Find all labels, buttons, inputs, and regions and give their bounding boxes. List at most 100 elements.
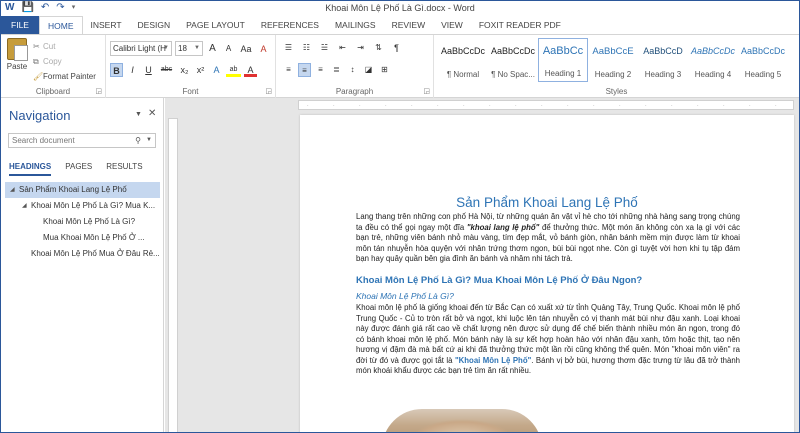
shading-icon[interactable]: ◪ xyxy=(362,63,375,77)
underline-button[interactable]: U xyxy=(142,63,155,77)
horizontal-ruler[interactable]: · · · · · · · · · · · · · · · · · · · xyxy=(298,100,794,110)
tab-foxit-reader-pdf[interactable]: FOXIT READER PDF xyxy=(471,16,569,34)
style-heading-5[interactable]: AaBbCcDc Heading 5 xyxy=(738,38,788,82)
intro-paragraph[interactable]: Lang thang trên những con phố Hà Nội, từ… xyxy=(356,212,740,265)
tree-item-label: Khoai Môn Lệ Phố Là Gì? xyxy=(43,217,136,226)
ruler-tick: · xyxy=(645,103,647,109)
style-sample: AaBbCcD xyxy=(643,46,683,56)
sort-icon[interactable]: ⇅ xyxy=(372,41,385,55)
clipboard-group: Paste ✂ Cut ⧉ Copy 🖌Format Painter Clipboa… xyxy=(1,35,106,98)
tree-item[interactable]: ◢ Khoai Môn Lệ Phố Là Gì? Mua K... xyxy=(5,198,160,214)
paragraph-launcher-icon[interactable]: ◲ xyxy=(423,87,430,95)
expand-triangle-icon[interactable]: ◢ xyxy=(10,182,15,198)
tree-item-label: Khoai Môn Lệ Phố Mua Ở Đâu Rẻ... xyxy=(31,249,160,258)
style-heading-3[interactable]: AaBbCcD Heading 3 xyxy=(638,38,688,82)
tab-page-layout[interactable]: PAGE LAYOUT xyxy=(178,16,253,34)
tab-pages[interactable]: PAGES xyxy=(65,162,92,176)
style-sample: AaBbCcDc xyxy=(490,46,535,56)
tab-file[interactable]: FILE xyxy=(1,16,39,34)
cut-label: Cut xyxy=(43,42,56,51)
word-window: W 💾 ↶ ↷ ▾ Khoai Môn Lệ Phố Là Gì.docx - … xyxy=(0,0,800,433)
document-area: · · · · · · · · · · · · · · · · · · · Sản Phẩm Khoai Lang … xyxy=(165,98,799,432)
decrease-indent-icon[interactable]: ⇤ xyxy=(336,41,349,55)
style-no-spacing[interactable]: AaBbCcDc ¶ No Spac... xyxy=(488,38,538,82)
strikethrough-button[interactable]: abc xyxy=(158,63,175,77)
style-heading-4[interactable]: AaBbCcDc Heading 4 xyxy=(688,38,738,82)
copy-button[interactable]: ⧉ Copy xyxy=(33,54,96,69)
change-case-button[interactable]: Aa xyxy=(238,42,254,56)
shrink-font-button[interactable]: A xyxy=(222,42,235,56)
tree-item[interactable]: Khoai Môn Lệ Phố Là Gì? xyxy=(5,214,160,230)
tab-references[interactable]: REFERENCES xyxy=(253,16,327,34)
align-center-icon[interactable]: ≡ xyxy=(298,63,311,77)
text-effects-button[interactable]: A xyxy=(210,63,223,77)
paragraph-group: ☰ ☷ ☱ ⇤ ⇥ ⇅ ¶ ≡ ≡ ≡ ≣ ↕ ◪ ⊞ Paragraph ◲ xyxy=(276,35,434,98)
ruler-tick: · xyxy=(775,103,777,109)
clear-formatting-button[interactable]: A xyxy=(257,42,270,56)
style-sample: AaBbCcE xyxy=(592,46,634,57)
multilevel-list-icon[interactable]: ☱ xyxy=(318,41,331,55)
paste-button[interactable]: Paste xyxy=(5,38,29,71)
ruler-tick: · xyxy=(489,103,491,109)
italic-button[interactable]: I xyxy=(126,63,139,77)
tab-view[interactable]: VIEW xyxy=(433,16,471,34)
search-icon[interactable]: ⚲ xyxy=(135,134,141,147)
search-document-input[interactable]: Search document ⚲ ▼ xyxy=(8,133,156,148)
document-title[interactable]: Sản Phẩm Khoai Lang Lệ Phố xyxy=(300,195,794,210)
justify-icon[interactable]: ≣ xyxy=(330,63,343,77)
navigation-tabs: HEADINGS PAGES RESULTS xyxy=(9,162,143,176)
chevron-down-icon[interactable]: ▼ xyxy=(146,134,152,147)
paste-icon xyxy=(7,38,28,61)
grow-font-button[interactable]: A xyxy=(206,42,219,56)
heading-2[interactable]: Khoai Môn Lệ Phố Là Gì? Mua Khoai Môn Lệ… xyxy=(356,275,642,286)
tab-home[interactable]: HOME xyxy=(39,16,83,34)
numbering-icon[interactable]: ☷ xyxy=(300,41,313,55)
bullets-icon[interactable]: ☰ xyxy=(282,41,295,55)
align-left-icon[interactable]: ≡ xyxy=(282,63,295,77)
font-name-combo[interactable]: Calibri Light (H ▼ xyxy=(110,41,172,56)
vertical-ruler[interactable] xyxy=(168,118,178,432)
cut-button[interactable]: ✂ Cut xyxy=(33,39,96,54)
tab-review[interactable]: REVIEW xyxy=(384,16,434,34)
style-heading-2[interactable]: AaBbCcE Heading 2 xyxy=(588,38,638,82)
style-heading-1[interactable]: AaBbCc Heading 1 xyxy=(538,38,588,82)
tree-item[interactable]: Khoai Môn Lệ Phố Mua Ở Đâu Rẻ... xyxy=(5,246,160,262)
ruler-tick: · xyxy=(541,103,543,109)
tab-headings[interactable]: HEADINGS xyxy=(9,162,52,176)
close-icon[interactable]: ✕ xyxy=(148,108,156,119)
align-right-icon[interactable]: ≡ xyxy=(314,63,327,77)
tab-design[interactable]: DESIGN xyxy=(130,16,179,34)
tab-insert[interactable]: INSERT xyxy=(83,16,130,34)
show-marks-button[interactable]: ¶ xyxy=(390,41,403,55)
body-paragraph[interactable]: Khoai môn lệ phố là giống khoai đến từ B… xyxy=(356,303,740,377)
heading-3[interactable]: Khoai Môn Lệ Phố Là Gì? xyxy=(356,291,454,301)
expand-triangle-icon[interactable]: ◢ xyxy=(22,198,27,214)
tree-item[interactable]: Mua Khoai Môn Lệ Phố Ở ... xyxy=(5,230,160,246)
tree-item[interactable]: ◢ Sản Phẩm Khoai Lang Lệ Phố xyxy=(5,182,160,198)
style-name: Heading 3 xyxy=(644,70,682,79)
font-size-combo[interactable]: 18 ▼ xyxy=(175,41,203,56)
search-placeholder: Search document xyxy=(12,136,75,145)
format-painter-button[interactable]: 🖌Format Painter xyxy=(33,69,96,84)
borders-icon[interactable]: ⊞ xyxy=(378,63,391,77)
font-color-button[interactable]: A xyxy=(244,63,257,77)
navigation-title: Navigation xyxy=(9,108,71,123)
increase-indent-icon[interactable]: ⇥ xyxy=(354,41,367,55)
taro-cake-image[interactable] xyxy=(382,409,542,432)
document-page[interactable]: Sản Phẩm Khoai Lang Lệ Phố Lang thang tr… xyxy=(300,115,794,432)
bold-button[interactable]: B xyxy=(110,63,123,77)
ruler-tick: · xyxy=(723,103,725,109)
tab-mailings[interactable]: MAILINGS xyxy=(327,16,384,34)
tab-results[interactable]: RESULTS xyxy=(106,162,142,176)
styles-group-label: Styles xyxy=(605,87,628,96)
subscript-button[interactable]: x₂ xyxy=(178,63,191,77)
clipboard-launcher-icon[interactable]: ◲ xyxy=(95,87,102,95)
highlight-button[interactable]: ab xyxy=(226,63,241,77)
pane-options-icon[interactable]: ▼ xyxy=(135,111,142,118)
superscript-button[interactable]: x² xyxy=(194,63,207,77)
style-sample: AaBbCcDc xyxy=(690,46,735,56)
font-launcher-icon[interactable]: ◲ xyxy=(265,87,272,95)
style-normal[interactable]: AaBbCcDc ¶ Normal xyxy=(438,38,488,82)
line-spacing-icon[interactable]: ↕ xyxy=(346,63,359,77)
ruler-tick: · xyxy=(749,103,751,109)
